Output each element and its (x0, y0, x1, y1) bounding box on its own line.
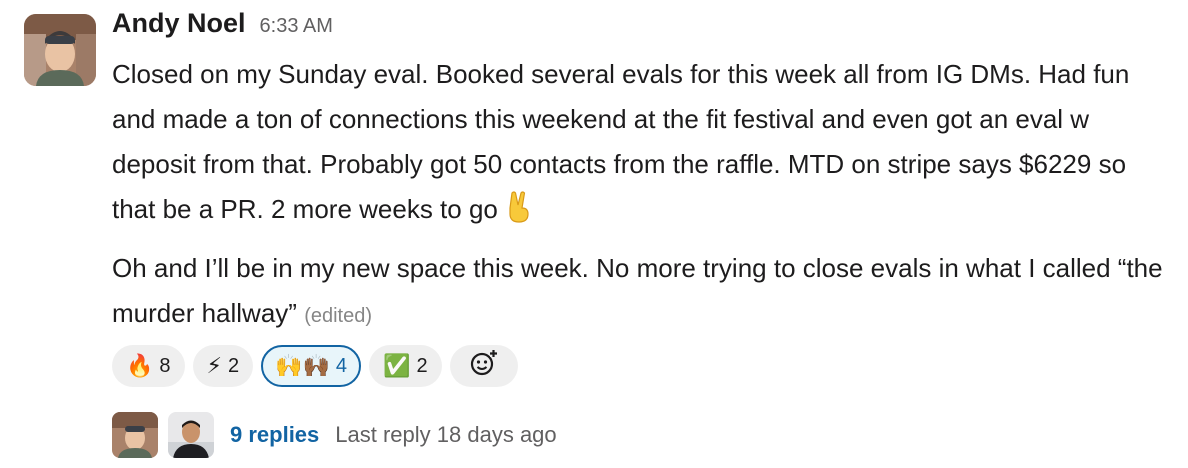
message-header: Andy Noel 6:33 AM (112, 8, 1172, 52)
fire-icon: 🔥 (126, 353, 154, 378)
edited-label: (edited) (304, 305, 372, 327)
lightning-icon: ⚡ (206, 353, 222, 378)
message-text-1: Closed on my Sunday eval. Booked several… (112, 59, 1130, 224)
message-paragraph: Oh and I’ll be in my new space this week… (112, 246, 1172, 339)
reaction-count: 2 (227, 354, 240, 377)
reaction-count: 4 (335, 354, 348, 377)
reaction-lightning[interactable]: ⚡ 2 (192, 345, 254, 387)
add-reaction-button[interactable] (449, 345, 518, 387)
replies-link[interactable]: 9 replies (230, 422, 319, 448)
message-text-2: Oh and I’ll be in my new space this week… (112, 253, 1163, 328)
last-reply-text: Last reply 18 days ago (335, 422, 557, 447)
check-mark-icon: ✅ (383, 353, 411, 378)
reaction-check-mark[interactable]: ✅ 2 (369, 345, 442, 387)
add-emoji-icon (469, 348, 499, 384)
message-paragraph: Closed on my Sunday eval. Booked several… (112, 52, 1172, 238)
victory-hand-icon (504, 190, 534, 238)
thread-summary[interactable]: 9 replies Last reply 18 days ago (112, 411, 1172, 459)
reaction-fire[interactable]: 🔥 8 (112, 345, 185, 387)
author-avatar[interactable] (24, 14, 96, 86)
reply-avatar (112, 412, 158, 458)
message-body: Closed on my Sunday eval. Booked several… (112, 52, 1172, 339)
reaction-raised-hands[interactable]: 🙌🙌🏾 4 (261, 345, 362, 387)
reaction-count: 8 (159, 354, 171, 377)
raised-hands-icon: 🙌🙌🏾 (275, 353, 330, 378)
timestamp[interactable]: 6:33 AM (260, 15, 333, 38)
reply-avatar (168, 412, 214, 458)
reaction-count: 2 (416, 354, 428, 377)
author-name[interactable]: Andy Noel (112, 8, 246, 39)
message-container: Andy Noel 6:33 AM Closed on my Sunday ev… (112, 8, 1172, 459)
reactions-bar: 🔥 8 ⚡ 2 🙌🙌🏾 4 ✅ 2 (112, 345, 1172, 391)
